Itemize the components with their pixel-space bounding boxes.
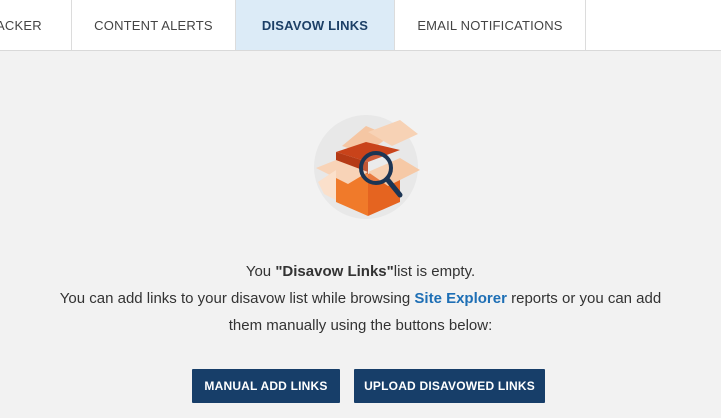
- site-explorer-link[interactable]: Site Explorer: [414, 290, 507, 307]
- empty-state-description: You can add links to your disavow list w…: [0, 290, 721, 307]
- tab-label: EMAIL NOTIFICATIONS: [417, 17, 563, 33]
- open-box-magnifier-icon: [296, 112, 426, 222]
- tab-label: DISAVOW LINKS: [261, 17, 369, 33]
- empty-state-title: You "Disavow Links"list is empty.: [0, 263, 721, 280]
- list-name: "Disavow Links": [275, 263, 394, 280]
- empty-text: You: [245, 263, 276, 280]
- empty-text: list is empty.: [393, 263, 476, 280]
- manual-add-links-button[interactable]: MANUAL ADD LINKS: [192, 369, 340, 403]
- empty-state-description-cont: them manually using the buttons below:: [228, 317, 493, 334]
- tab-disavow-links[interactable]: DISAVOW LINKS: [236, 0, 395, 50]
- description-text: You can add links to your disavow list w…: [59, 290, 415, 307]
- description-text: reports or you can add: [506, 290, 662, 307]
- tab-email-notifications[interactable]: EMAIL NOTIFICATIONS: [395, 0, 586, 50]
- tab-bar: ACKER CONTENT ALERTS DISAVOW LINKS EMAIL…: [0, 0, 721, 51]
- upload-disavowed-links-button[interactable]: UPLOAD DISAVOWED LINKS: [354, 369, 545, 403]
- tab-content-alerts[interactable]: CONTENT ALERTS: [72, 0, 236, 50]
- tab-rank-tracker[interactable]: ACKER: [0, 0, 72, 50]
- tab-label: CONTENT ALERTS: [94, 17, 213, 33]
- tab-label: ACKER: [0, 17, 42, 33]
